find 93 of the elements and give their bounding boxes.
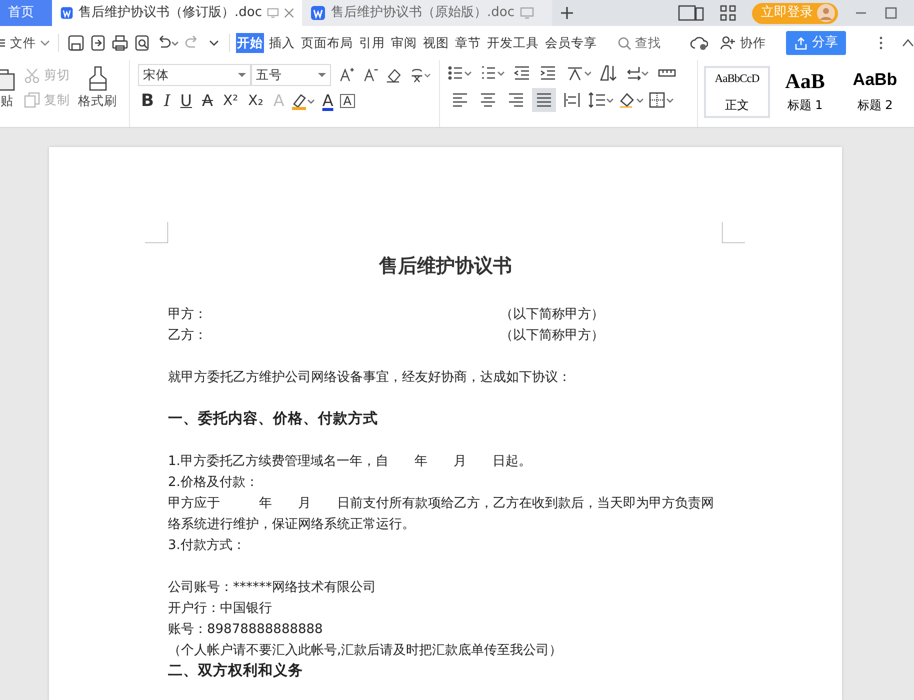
italic-button[interactable]: I: [160, 93, 174, 109]
justify-icon: [535, 91, 553, 109]
section-heading: 一、委托内容、价格、付款方式: [168, 409, 379, 429]
document-tab[interactable]: 售后维护协议书（原始版）.doc: [302, 0, 552, 26]
party-note: （以下简称甲方）: [500, 306, 604, 324]
paragraph: 账号：89878888888888: [168, 621, 324, 639]
ribbon-tab[interactable]: 审阅: [390, 32, 418, 54]
home-tab[interactable]: 首页: [0, 0, 52, 26]
print-icon[interactable]: [111, 34, 129, 52]
scissors-icon: [24, 67, 40, 84]
party-note: （以下简称甲方）: [500, 327, 604, 345]
increase-indent-icon[interactable]: [540, 64, 558, 82]
brush-icon: [86, 66, 108, 92]
underline-button[interactable]: U: [177, 93, 196, 109]
grid-icon[interactable]: [720, 5, 736, 21]
distribute-icon: [563, 91, 581, 109]
eraser-icon[interactable]: [386, 66, 402, 84]
align-right-icon: [507, 91, 525, 109]
borders-icon[interactable]: [648, 91, 674, 109]
new-tab-icon[interactable]: [560, 6, 574, 20]
paragraph: 1.甲方委托乙方续费管理域名一年，自 年 月 日起。: [168, 453, 532, 471]
decrease-indent-icon[interactable]: [514, 64, 532, 82]
align-left-icon: [451, 91, 469, 109]
collapse-icon[interactable]: [902, 38, 914, 48]
party-label: 甲方：: [168, 306, 208, 324]
word-document-icon: [60, 5, 74, 21]
caret-icon: [318, 72, 326, 78]
grow-font-icon[interactable]: [339, 66, 355, 84]
collaborate-button[interactable]: 协作: [720, 34, 766, 52]
monitor-icon: [520, 7, 534, 19]
paragraph: 开户行：中国银行: [168, 600, 273, 618]
superscript-button[interactable]: X²: [220, 94, 242, 108]
party-label: 乙方：: [168, 327, 208, 345]
subscript-button[interactable]: X₂: [245, 94, 266, 108]
ribbon-tab[interactable]: 开发工具: [486, 32, 540, 54]
copy-icon: [24, 92, 40, 108]
caret-icon: [238, 72, 246, 78]
paragraph: 2.价格及付款：: [168, 474, 260, 492]
save-icon[interactable]: [67, 34, 85, 52]
bullet-list-icon[interactable]: [448, 64, 473, 82]
paragraph: 甲方应于 年 月 日前支付所有款项给乙方，乙方在收到款后，当天即为甲方负责网络系统进行维护，保证网络系统正常运行。: [168, 495, 715, 534]
line-spacing-icon[interactable]: [588, 91, 614, 109]
font-color-button[interactable]: A: [319, 93, 336, 109]
monitor-icon: [267, 7, 279, 19]
paragraph: 就甲方委托乙方维护公司网络设备事宜，经友好协商，达成如下协议：: [168, 369, 572, 387]
document-tab[interactable]: 售后维护协议书（修订版）.doc: [52, 0, 302, 26]
bold-button[interactable]: B: [138, 92, 157, 110]
split-screen-icon[interactable]: [678, 5, 704, 21]
more-icon[interactable]: [878, 35, 884, 51]
maximize-icon[interactable]: [884, 6, 898, 20]
paragraph: 公司账号：******网络技术有限公司: [168, 579, 377, 597]
close-icon[interactable]: [284, 7, 294, 19]
share-icon: [794, 36, 808, 50]
align-center-icon: [479, 91, 497, 109]
format-painter-button[interactable]: 格式刷: [78, 66, 117, 111]
section-heading: 二、双方权利和义务: [168, 661, 304, 681]
caret-icon: [40, 38, 50, 48]
add-person-icon: [720, 35, 736, 51]
ribbon-tab[interactable]: 页面布局: [300, 32, 354, 54]
export-icon[interactable]: [89, 34, 107, 52]
pinyin-icon[interactable]: [410, 66, 431, 84]
paste-button[interactable]: 贴: [0, 68, 16, 111]
ribbon-tab[interactable]: 章节: [454, 32, 482, 54]
sort-icon[interactable]: [599, 64, 617, 82]
shrink-font-icon[interactable]: [362, 66, 378, 84]
share-button[interactable]: 分享: [786, 31, 846, 55]
margin-corner-mark: [722, 222, 745, 243]
ribbon-tab[interactable]: 引用: [358, 32, 386, 54]
search-icon: [618, 36, 631, 50]
line-break-icon[interactable]: [625, 64, 650, 82]
size-select[interactable]: 五号: [251, 64, 331, 86]
search-button[interactable]: 查找: [618, 34, 661, 52]
justify-button[interactable]: [532, 88, 556, 112]
shading-icon[interactable]: [618, 91, 644, 109]
word-document-icon: [310, 5, 326, 21]
ribbon-tab[interactable]: 插入: [268, 32, 296, 54]
ribbon-tab[interactable]: 视图: [422, 32, 450, 54]
margin-corner-mark: [145, 222, 168, 243]
avatar-icon: [817, 4, 835, 22]
ribbon-tab[interactable]: 开始: [236, 32, 264, 54]
character-border-button[interactable]: A: [340, 94, 354, 108]
strikethrough-button[interactable]: A: [199, 93, 216, 109]
paragraph: 3.付款方式：: [168, 537, 246, 555]
cloud-icon[interactable]: [690, 35, 708, 51]
document-title: 售后维护协议书: [378, 254, 513, 279]
print-preview-icon[interactable]: [133, 34, 151, 52]
style-preset[interactable]: AaBbCcD 正文: [704, 66, 770, 118]
highlighter-icon[interactable]: [291, 92, 316, 110]
file-menu[interactable]: 文件: [0, 34, 50, 52]
ribbon-tab[interactable]: 会员专享: [544, 32, 598, 54]
paragraph: （个人帐户请不要汇入此帐号,汇款后请及时把汇款底单传至我公司）: [168, 642, 564, 660]
font-select[interactable]: 宋体: [138, 64, 251, 86]
clipboard-icon: [0, 68, 16, 92]
